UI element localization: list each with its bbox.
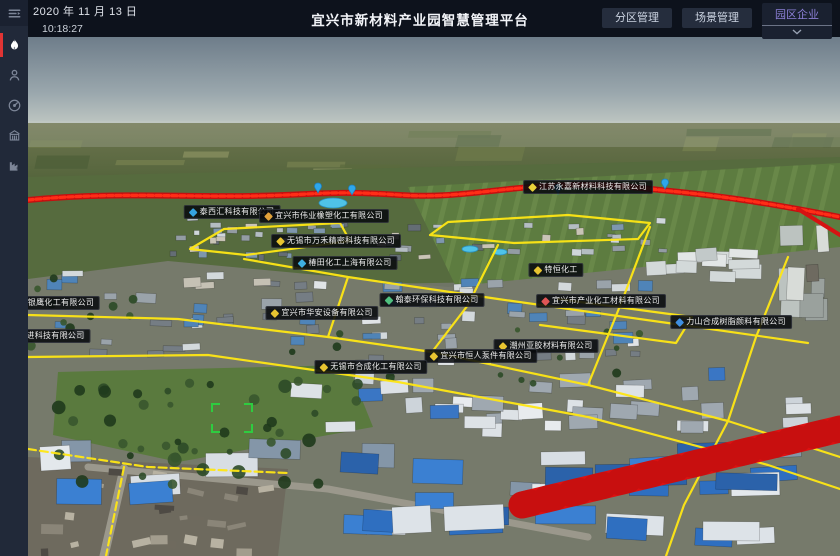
map-3d-view[interactable]: 泰西汇科技有限公司宜兴市伟业橡塑化工有限公司无锡市万禾精密科技有限公司江苏永嘉新…: [28, 37, 840, 556]
company-label[interactable]: 宜兴市华安设备有限公司: [265, 306, 378, 320]
company-marker-icon: [298, 259, 307, 268]
company-marker-icon: [276, 237, 285, 246]
company-label[interactable]: 银鹰化工有限公司: [28, 296, 100, 310]
company-label-text: 翰泰环保科技有限公司: [396, 296, 479, 304]
company-label[interactable]: 宜兴先进科技有限公司: [28, 329, 91, 343]
company-label[interactable]: 江苏永嘉新材料科技有限公司: [523, 180, 653, 194]
company-label-text: 特恒化工: [544, 266, 577, 274]
sidebar-item-building[interactable]: [0, 120, 28, 150]
company-label[interactable]: 无锡市合成化工有限公司: [314, 360, 427, 374]
tool-sidebar: [0, 0, 28, 556]
factory-icon: [7, 158, 22, 173]
topbar-actions: 分区管理 场景管理 园区企业: [602, 0, 840, 37]
company-label-text: 宜兴市产业化工材料有限公司: [552, 297, 660, 305]
scene-management-button[interactable]: 场景管理: [682, 8, 752, 28]
sidebar-item-gauge[interactable]: [0, 90, 28, 120]
company-label[interactable]: 力山合成树脂颜料有限公司: [670, 315, 792, 329]
sidebar-item-menu[interactable]: [0, 0, 28, 26]
company-label-text: 力山合成树脂颜料有限公司: [686, 318, 786, 326]
top-bar: 2020 年 11 月 13 日 10:18:27 宜兴市新材料产业园智慧管理平…: [28, 0, 840, 37]
company-marker-icon: [189, 208, 198, 217]
current-time: 10:18:27: [42, 23, 137, 35]
datetime-block: 2020 年 11 月 13 日 10:18:27: [33, 3, 137, 35]
sidebar-item-factory[interactable]: [0, 150, 28, 180]
company-label-text: 椿田化工上海有限公司: [309, 259, 392, 267]
sidebar-item-fire[interactable]: [0, 30, 28, 60]
company-label-text: 江苏永嘉新材料科技有限公司: [539, 183, 647, 191]
company-label[interactable]: 宜兴市产业化工材料有限公司: [536, 294, 666, 308]
page-title: 宜兴市新材料产业园智慧管理平台: [311, 9, 529, 29]
company-label[interactable]: 宜兴市伟业橡塑化工有限公司: [259, 209, 389, 223]
company-marker-icon: [385, 296, 394, 305]
park-enterprise-dropdown[interactable]: 园区企业: [762, 3, 832, 39]
company-marker-icon: [541, 297, 550, 306]
company-marker-icon: [264, 212, 273, 221]
zone-management-button[interactable]: 分区管理: [602, 8, 672, 28]
company-marker-icon: [528, 183, 537, 192]
company-label-text: 宜兴市伟业橡塑化工有限公司: [275, 212, 383, 220]
company-label[interactable]: 宜兴市恒人泵件有限公司: [424, 349, 537, 363]
gauge-icon: [7, 98, 22, 113]
company-label-text: 无锡市合成化工有限公司: [330, 363, 421, 371]
user-icon: [7, 68, 22, 83]
app-window: 2020 年 11 月 13 日 10:18:27 宜兴市新材料产业园智慧管理平…: [0, 0, 840, 556]
company-marker-icon: [429, 352, 438, 361]
company-marker-icon: [675, 318, 684, 327]
menu-icon: [7, 6, 22, 21]
company-label-text: 无锡市万禾精密科技有限公司: [287, 237, 395, 245]
dropdown-label: 园区企业: [775, 6, 819, 25]
flame-icon: [7, 38, 22, 53]
company-label[interactable]: 翰泰环保科技有限公司: [380, 293, 485, 307]
company-label[interactable]: 特恒化工: [528, 263, 583, 277]
current-date: 2020 年 11 月 13 日: [33, 3, 137, 19]
company-label-text: 宜兴市华安设备有限公司: [281, 309, 372, 317]
company-marker-icon: [319, 363, 328, 372]
chevron-down-icon: [762, 25, 832, 39]
company-label[interactable]: 无锡市万禾精密科技有限公司: [271, 234, 401, 248]
sidebar-item-user[interactable]: [0, 60, 28, 90]
company-label-text: 宜兴市恒人泵件有限公司: [440, 352, 531, 360]
company-marker-icon: [270, 309, 279, 318]
company-label[interactable]: 椿田化工上海有限公司: [293, 256, 398, 270]
company-label-text: 银鹰化工有限公司: [28, 299, 94, 307]
company-marker-icon: [533, 266, 542, 275]
sky: [28, 37, 840, 127]
building-icon: [7, 128, 22, 143]
company-label-text: 宜兴先进科技有限公司: [28, 332, 85, 340]
